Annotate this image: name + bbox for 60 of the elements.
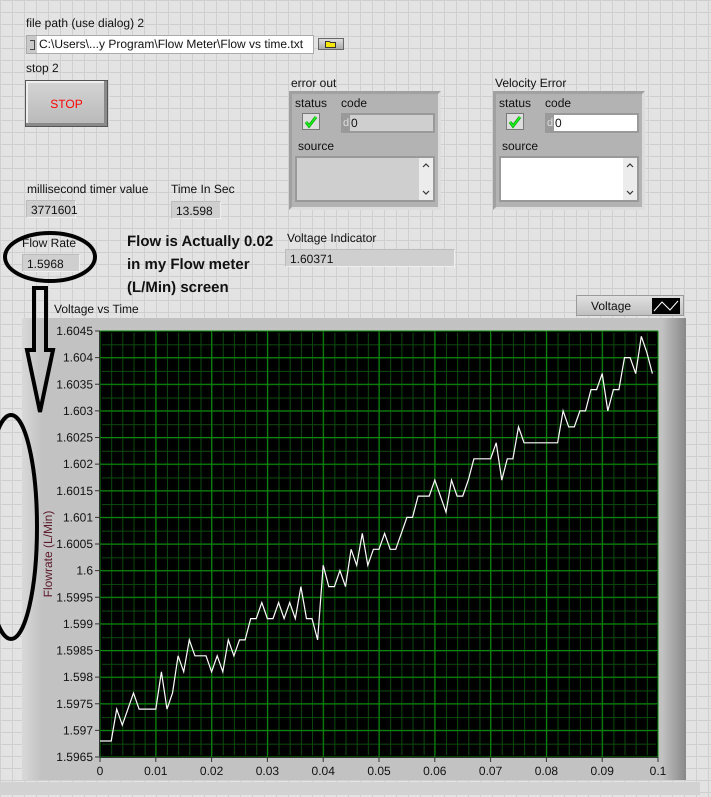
y-tick-label: 1.6035 [56, 377, 93, 392]
numeric-indicator: 3771601 [26, 200, 76, 218]
x-tick-label: 0.09 [590, 764, 614, 778]
cluster-label: Velocity Error [494, 76, 568, 91]
source-label: source [501, 139, 540, 153]
code-field[interactable]: d 0 [545, 113, 639, 133]
y-tick-label: 1.6045 [56, 324, 93, 338]
browse-button[interactable] [318, 38, 344, 50]
y-tick-label: 1.597 [62, 723, 93, 738]
annotation-text: Flow is Actually 0.02 in my Flow meter (L/Min) screen [127, 232, 274, 298]
field-label: file path (use dialog) 2 [26, 16, 144, 30]
numeric-indicator: 1.5968 [22, 254, 80, 272]
y-tick-label: 1.6025 [56, 430, 93, 444]
x-tick-label: 0.1 [650, 764, 666, 778]
code-label: code [545, 96, 572, 110]
y-tick-label: 1.6 [76, 564, 93, 578]
x-tick-label: 0.04 [312, 764, 335, 778]
path-field[interactable]: C:\Users\...y Program\Flow Meter\Flow vs time.txt [26, 35, 314, 54]
numeric-indicator: 1.60371 [285, 249, 455, 267]
code-field: d 0 [341, 113, 435, 133]
numeric-indicator: 13.598 [171, 201, 221, 219]
y-tick-label: 1.6005 [56, 537, 93, 551]
plot-legend[interactable]: Voltage [576, 295, 684, 316]
y-tick-label: 1.601 [62, 510, 93, 524]
y-tick-label: 1.6015 [56, 484, 93, 498]
cluster-label: error out [290, 76, 338, 91]
y-axis-title: Flowrate (L/Min) [41, 510, 55, 598]
y-tick-label: 1.599 [62, 616, 93, 631]
legend-label: Voltage [591, 298, 632, 312]
x-tick-label: 0.02 [200, 764, 224, 778]
x-tick-label: 0.03 [256, 764, 280, 778]
y-tick-label: 1.5985 [56, 644, 93, 658]
x-tick-label: 0.08 [534, 764, 558, 778]
field-label: Flow Rate [22, 236, 76, 250]
field-label: Time In Sec [171, 182, 235, 196]
code-label: code [341, 96, 368, 110]
field-label: Voltage Indicator [287, 231, 376, 245]
x-tick-label: 0 [96, 764, 104, 778]
x-tick-label: 0.05 [367, 764, 391, 778]
status-label: status [499, 96, 532, 110]
y-tick-label: 1.604 [62, 350, 93, 365]
source-field[interactable] [499, 156, 639, 202]
field-label: stop 2 [26, 61, 59, 75]
source-label: source [297, 139, 336, 153]
scrollbar[interactable] [419, 158, 433, 200]
x-tick-label: 0.07 [478, 764, 502, 778]
chart-title: Voltage vs Time [54, 302, 139, 316]
folder-icon [325, 40, 337, 48]
y-tick-label: 1.602 [62, 457, 93, 472]
status-label: status [295, 96, 328, 110]
x-tick-label: 0.06 [423, 764, 446, 778]
field-label: millisecond timer value [27, 182, 148, 196]
y-tick-label: 1.5995 [56, 590, 93, 604]
x-tick-label: 0.01 [144, 764, 168, 778]
y-tick-label: 1.603 [62, 404, 93, 418]
line-style-icon [652, 298, 680, 314]
scrollbar[interactable] [623, 158, 637, 200]
y-tick-label: 1.598 [62, 670, 93, 684]
y-tick-label: 1.5975 [56, 696, 93, 711]
y-tick-label: 1.5965 [56, 750, 93, 764]
